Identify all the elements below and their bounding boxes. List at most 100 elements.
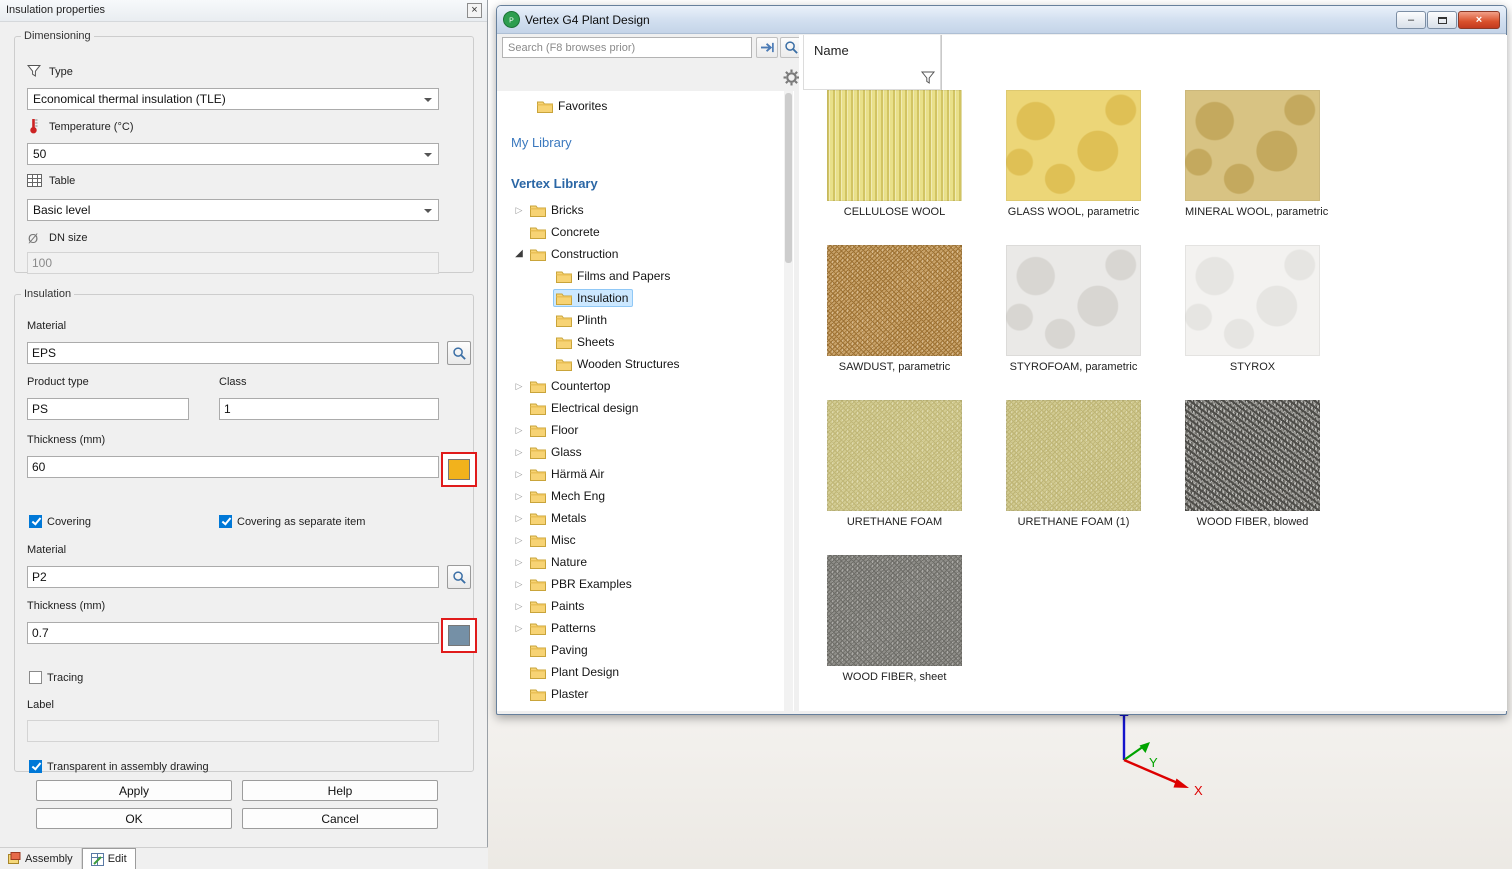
covering-color-swatch[interactable] [441, 618, 477, 653]
tree-item[interactable]: Insulation [497, 287, 794, 309]
tree-item[interactable]: Films and Papers [497, 265, 794, 287]
dialog-titlebar[interactable]: Insulation properties × [0, 0, 487, 22]
minimize-button[interactable]: – [1396, 11, 1426, 29]
filter-icon[interactable] [920, 70, 936, 86]
material-item[interactable]: URETHANE FOAM [827, 400, 962, 528]
tree-row-content[interactable]: Plant Design [527, 663, 624, 681]
tree-item[interactable]: ▷ Bricks [497, 199, 794, 221]
tree-row-content[interactable]: Electrical design [527, 399, 643, 417]
tree-row-content[interactable]: Misc [527, 531, 581, 549]
tree-row-content[interactable]: Floor [527, 421, 583, 439]
class-input[interactable] [219, 398, 439, 420]
ok-button[interactable]: OK [36, 808, 232, 829]
tree-item[interactable]: Plaster [497, 683, 794, 705]
tree-item[interactable]: Concrete [497, 221, 794, 243]
tab-assembly[interactable]: Assembly [0, 848, 82, 869]
chevron-icon[interactable]: ▷ [511, 551, 527, 573]
chevron-icon[interactable]: ▷ [511, 463, 527, 485]
material-thumbnail[interactable] [1185, 400, 1320, 511]
material-item[interactable]: SAWDUST, parametric [827, 245, 962, 373]
tree-row-content[interactable]: Wooden Structures [553, 355, 685, 373]
tree-row-content[interactable]: Mech Eng [527, 487, 610, 505]
covering-checkbox[interactable] [29, 515, 42, 528]
tree-item[interactable]: ▷ PBR Examples [497, 573, 794, 595]
tab-edit[interactable]: Edit [82, 848, 136, 869]
tree-row-content[interactable]: Plinth [553, 311, 612, 329]
chevron-icon[interactable]: ◢ [511, 243, 527, 265]
material-thumbnail[interactable] [1006, 400, 1141, 511]
insulation-color-swatch[interactable] [441, 452, 477, 487]
chevron-icon[interactable]: ▷ [511, 529, 527, 551]
insulation-material-search-button[interactable] [447, 341, 471, 365]
tree-item[interactable]: ▷ Countertop [497, 375, 794, 397]
tree-item[interactable]: ▷ Paints [497, 595, 794, 617]
material-thumbnail[interactable] [827, 555, 962, 666]
chevron-icon[interactable]: ▷ [511, 485, 527, 507]
material-thumbnail[interactable] [827, 245, 962, 356]
tree-item[interactable]: Wooden Structures [497, 353, 794, 375]
product-type-input[interactable] [27, 398, 189, 420]
search-go-button[interactable] [756, 37, 778, 58]
vertex-library-header[interactable]: Vertex Library [511, 176, 794, 191]
table-select[interactable]: Basic level [27, 199, 439, 221]
chevron-icon[interactable]: ▷ [511, 507, 527, 529]
name-column-header[interactable]: Name [803, 35, 941, 90]
covering-material-input[interactable] [27, 566, 439, 588]
material-thumbnail[interactable] [1006, 245, 1141, 356]
tree-item[interactable]: Plinth [497, 309, 794, 331]
tree-item-favorites[interactable]: Favorites [497, 95, 794, 117]
material-item[interactable]: GLASS WOOL, parametric [1006, 90, 1141, 218]
tracing-checkbox[interactable] [29, 671, 42, 684]
covering-checkbox-row[interactable]: Covering [29, 515, 91, 528]
tree-row-content[interactable]: Metals [527, 509, 591, 527]
material-thumbnail[interactable] [1185, 90, 1320, 201]
tree-item[interactable]: ▷ Härmä Air [497, 463, 794, 485]
tree-item[interactable]: Paving [497, 639, 794, 661]
material-item[interactable]: MINERAL WOOL, parametric [1185, 90, 1320, 218]
tree-row-content[interactable]: Bricks [527, 201, 589, 219]
window-close-button[interactable]: × [1458, 11, 1500, 29]
tree-item[interactable]: Sheets [497, 331, 794, 353]
tree-row-content[interactable]: PBR Examples [527, 575, 637, 593]
type-select[interactable]: Economical thermal insulation (TLE) [27, 88, 439, 110]
library-search-input[interactable] [502, 37, 752, 58]
tree-item[interactable]: ▷ Mech Eng [497, 485, 794, 507]
tree-item[interactable]: Electrical design [497, 397, 794, 419]
insulation-thickness-input[interactable] [27, 456, 439, 478]
tree-row-content[interactable]: Films and Papers [553, 267, 675, 285]
tree-row-content[interactable]: Insulation [553, 289, 633, 307]
chevron-icon[interactable]: ▷ [511, 617, 527, 639]
chevron-icon[interactable]: ▷ [511, 441, 527, 463]
tree-item[interactable]: ▷ Metals [497, 507, 794, 529]
tree-item[interactable]: ▷ Misc [497, 529, 794, 551]
column-separator[interactable] [941, 35, 942, 90]
tree-item[interactable]: Plant Design [497, 661, 794, 683]
tree-row-content[interactable]: Concrete [527, 223, 605, 241]
tree-scrollbar[interactable] [784, 91, 793, 711]
material-item[interactable]: WOOD FIBER, sheet [827, 555, 962, 683]
material-item[interactable]: WOOD FIBER, blowed [1185, 400, 1320, 528]
transparent-checkbox[interactable] [29, 760, 42, 773]
tree-row-content[interactable]: Patterns [527, 619, 601, 637]
material-thumbnail[interactable] [827, 90, 962, 201]
insulation-material-input[interactable] [27, 342, 439, 364]
cancel-button[interactable]: Cancel [242, 808, 438, 829]
covering-thickness-input[interactable] [27, 622, 439, 644]
tree-item[interactable]: ◢ Construction [497, 243, 794, 265]
chevron-icon[interactable]: ▷ [511, 573, 527, 595]
tree-row-content[interactable]: Nature [527, 553, 592, 571]
tracing-checkbox-row[interactable]: Tracing [29, 671, 83, 684]
dialog-close-button[interactable]: × [467, 3, 482, 18]
tree-row-content[interactable]: Paints [527, 597, 589, 615]
chevron-icon[interactable]: ▷ [511, 375, 527, 397]
apply-button[interactable]: Apply [36, 780, 232, 801]
material-item[interactable]: STYROX [1185, 245, 1320, 373]
material-item[interactable]: STYROFOAM, parametric [1006, 245, 1141, 373]
my-library-link[interactable]: My Library [511, 135, 794, 150]
covering-separate-checkbox-row[interactable]: Covering as separate item [219, 515, 365, 528]
chevron-icon[interactable]: ▷ [511, 419, 527, 441]
material-item[interactable]: CELLULOSE WOOL [827, 90, 962, 218]
material-thumbnail[interactable] [827, 400, 962, 511]
chevron-icon[interactable]: ▷ [511, 595, 527, 617]
material-item[interactable]: URETHANE FOAM (1) [1006, 400, 1141, 528]
